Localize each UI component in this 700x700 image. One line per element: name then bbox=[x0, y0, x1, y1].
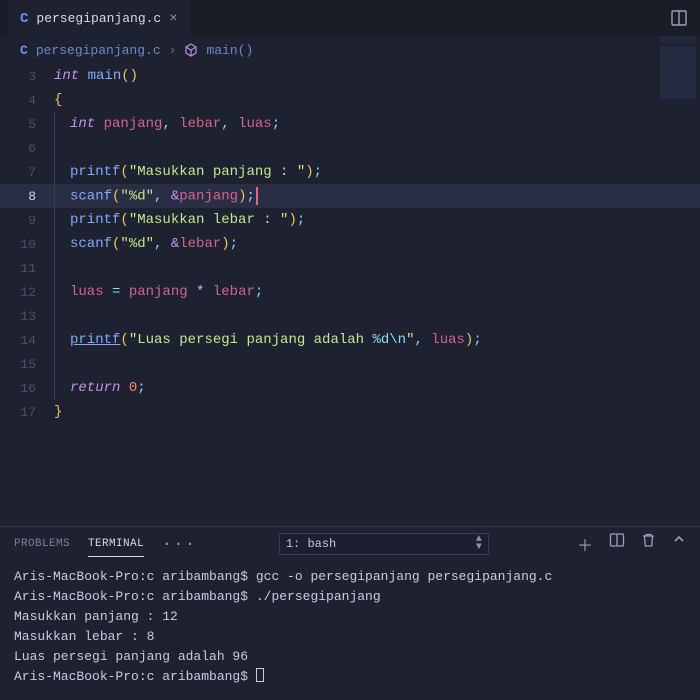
line-number: 14 bbox=[0, 333, 54, 348]
c-language-icon: C bbox=[20, 11, 28, 27]
chevron-up-icon[interactable] bbox=[672, 532, 686, 556]
terminal-line: Masukkan panjang : 12 bbox=[14, 607, 686, 627]
tab-terminal[interactable]: TERMINAL bbox=[88, 538, 144, 557]
line-number: 6 bbox=[0, 141, 54, 156]
terminal-line: Aris-MacBook-Pro:c aribambang$ ./persegi… bbox=[14, 587, 686, 607]
tab-persegipanjang[interactable]: C persegipanjang.c × bbox=[8, 0, 190, 36]
line-number: 10 bbox=[0, 237, 54, 252]
terminal-cursor bbox=[256, 668, 264, 682]
terminal-selector[interactable]: 1: bash ▲▼ bbox=[279, 533, 489, 555]
line-number: 4 bbox=[0, 93, 54, 108]
tab-filename: persegipanjang.c bbox=[36, 11, 161, 26]
line-number: 16 bbox=[0, 381, 54, 396]
line-number: 9 bbox=[0, 213, 54, 228]
c-language-icon: C bbox=[20, 43, 28, 58]
tab-problems[interactable]: PROBLEMS bbox=[14, 538, 70, 550]
panel-tabbar: PROBLEMS TERMINAL ··· 1: bash ▲▼ ＋ bbox=[0, 527, 700, 561]
minimap[interactable] bbox=[660, 36, 696, 106]
bottom-panel: PROBLEMS TERMINAL ··· 1: bash ▲▼ ＋ Aris-… bbox=[0, 526, 700, 700]
line-number: 7 bbox=[0, 165, 54, 180]
terminal-line: Masukkan lebar : 8 bbox=[14, 627, 686, 647]
breadcrumb-file: persegipanjang.c bbox=[36, 43, 161, 58]
split-terminal-icon[interactable] bbox=[609, 532, 625, 556]
breadcrumb[interactable]: C persegipanjang.c › main() bbox=[0, 36, 700, 64]
line-number: 8 bbox=[0, 189, 54, 204]
terminal-line: Aris-MacBook-Pro:c aribambang$ gcc -o pe… bbox=[14, 567, 686, 587]
active-line: 8scanf("%d", &panjang); bbox=[0, 184, 700, 208]
line-number: 5 bbox=[0, 117, 54, 132]
breadcrumb-symbol: main() bbox=[206, 43, 253, 58]
split-editor-icon[interactable] bbox=[670, 9, 688, 27]
line-number: 13 bbox=[0, 309, 54, 324]
editor-tabbar: C persegipanjang.c × bbox=[0, 0, 700, 36]
line-number: 11 bbox=[0, 261, 54, 276]
terminal-line: Luas persegi panjang adalah 96 bbox=[14, 647, 686, 667]
overflow-icon[interactable]: ··· bbox=[162, 535, 197, 553]
close-icon[interactable]: × bbox=[169, 11, 177, 27]
line-number: 3 bbox=[0, 69, 54, 84]
chevron-right-icon: › bbox=[169, 43, 177, 58]
line-number: 17 bbox=[0, 405, 54, 420]
terminal-selector-label: 1: bash bbox=[286, 537, 336, 551]
code-editor[interactable]: 3int main() 4{ 5int panjang, lebar, luas… bbox=[0, 64, 700, 526]
new-terminal-icon[interactable]: ＋ bbox=[577, 532, 593, 556]
symbol-method-icon bbox=[184, 43, 198, 57]
line-number: 15 bbox=[0, 357, 54, 372]
terminal-output[interactable]: Aris-MacBook-Pro:c aribambang$ gcc -o pe… bbox=[0, 561, 700, 693]
line-number: 12 bbox=[0, 285, 54, 300]
select-arrows-icon: ▲▼ bbox=[476, 536, 482, 552]
terminal-line: Aris-MacBook-Pro:c aribambang$ bbox=[14, 667, 686, 687]
text-cursor bbox=[256, 187, 258, 205]
trash-icon[interactable] bbox=[641, 532, 656, 556]
